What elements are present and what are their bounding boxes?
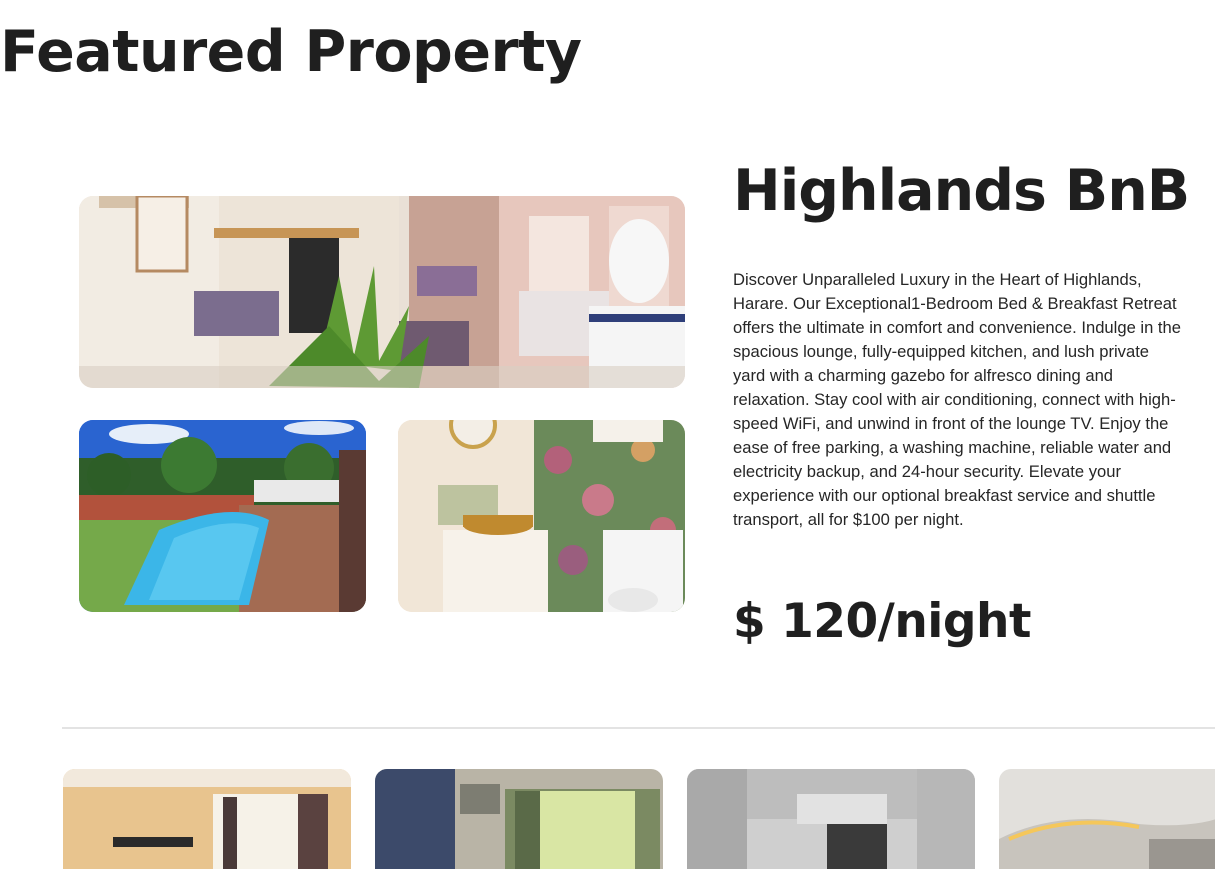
- ceiling-photo[interactable]: [999, 769, 1215, 869]
- room-window-photo[interactable]: [375, 769, 663, 869]
- bathroom-photo[interactable]: [398, 420, 685, 612]
- property-description: Discover Unparalleled Luxury in the Hear…: [733, 270, 1181, 529]
- section-divider: [62, 727, 1215, 729]
- hallway-photo[interactable]: [687, 769, 975, 869]
- bedroom-photo[interactable]: [63, 769, 351, 869]
- lounge-photo[interactable]: [79, 196, 685, 388]
- page-title: Featured Property: [0, 19, 582, 85]
- property-name: Highlands BnB: [733, 158, 1190, 224]
- property-price: $ 120/night: [733, 594, 1031, 649]
- pool-photo[interactable]: [79, 420, 366, 612]
